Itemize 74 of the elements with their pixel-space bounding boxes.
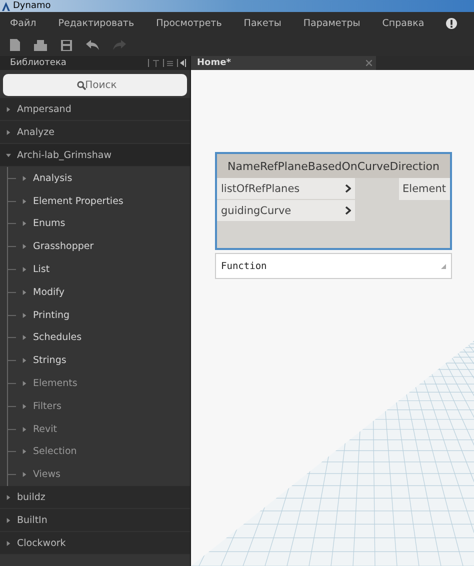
menu-item[interactable]: Пакеты <box>244 18 282 28</box>
category-label: Clockwork <box>17 538 66 549</box>
menu-item[interactable]: Справка <box>382 18 424 28</box>
library-subcategory[interactable]: Revit <box>8 418 190 441</box>
library-category[interactable]: Clockwork <box>0 532 190 556</box>
library-subcategory[interactable]: Views <box>8 463 190 486</box>
caret-icon <box>22 426 27 432</box>
caret-icon <box>22 472 27 478</box>
library-subcategory[interactable]: Analysis <box>8 167 190 190</box>
folder-icon[interactable] <box>34 40 47 50</box>
menu-item[interactable]: Файл <box>10 18 36 28</box>
caret-icon <box>22 312 27 318</box>
caret-icon <box>22 404 27 409</box>
node-title: NameRefPlaneBasedOnCurveDirection <box>217 154 450 178</box>
window-title: Dynamo <box>13 0 51 12</box>
library-subcategory[interactable]: Modify <box>8 280 190 304</box>
search-field[interactable]: Поиск <box>3 74 187 96</box>
library-subcategory[interactable]: Enums <box>8 212 190 236</box>
node-card[interactable]: NameRefPlaneBasedOnCurveDirection listOfRefPlanes guidingCurve Element <box>215 152 452 250</box>
resize-grip-icon <box>441 264 446 268</box>
input-port[interactable]: guidingCurve <box>217 200 355 222</box>
save-icon[interactable] <box>61 40 72 50</box>
caret-icon <box>6 106 11 112</box>
library-category[interactable]: Ampersand <box>0 98 190 121</box>
workspace-tab[interactable]: Home* <box>191 56 376 70</box>
caret-icon <box>6 494 11 500</box>
output-port[interactable]: Element <box>398 178 450 200</box>
library-subcategory[interactable]: Schedules <box>8 326 190 350</box>
library-view-icons[interactable] <box>148 59 186 67</box>
library-category[interactable]: buildz <box>0 486 190 510</box>
library-subcategory[interactable]: List <box>8 258 190 281</box>
caret-icon <box>22 221 27 226</box>
caret-icon <box>6 152 11 158</box>
library-subcategory[interactable]: Grasshopper <box>8 235 190 258</box>
category-label: Ampersand <box>17 104 72 114</box>
library-category[interactable]: BuiltIn <box>0 509 190 532</box>
undo-icon[interactable] <box>86 40 99 50</box>
caret-icon <box>6 540 11 546</box>
library-title: Библиотека <box>10 58 66 68</box>
caret-icon <box>22 267 27 272</box>
menu-item[interactable]: Редактировать <box>58 18 134 28</box>
caret-icon <box>22 244 27 250</box>
search-icon <box>77 81 86 90</box>
chevron-icon <box>345 206 351 215</box>
caret-icon <box>22 176 27 181</box>
library-subcategory[interactable]: Selection <box>8 440 190 464</box>
library-subcategory[interactable]: Filters <box>8 394 190 418</box>
library-subcategory[interactable]: Elements <box>8 372 190 395</box>
caret-icon <box>22 381 27 386</box>
library-category[interactable]: Archi-lab_Grimshaw <box>0 144 190 167</box>
new-file-icon[interactable] <box>10 39 20 51</box>
caret-icon <box>22 290 27 295</box>
category-label: BuiltIn <box>17 514 48 526</box>
menu-item[interactable]: Просмотреть <box>156 18 222 28</box>
alert-icon[interactable] <box>446 18 458 28</box>
close-icon[interactable] <box>366 60 372 66</box>
caret-icon <box>22 449 27 454</box>
library-subcategory[interactable]: Printing <box>8 304 190 327</box>
caret-icon <box>6 130 11 134</box>
library-subcategory[interactable]: Element Properties <box>8 190 190 213</box>
library-category[interactable]: Analyze <box>0 121 190 144</box>
category-label: buildz <box>17 492 46 503</box>
input-port[interactable]: listOfRefPlanes <box>217 178 355 200</box>
category-label: Analyze <box>17 126 54 138</box>
caret-icon <box>6 518 11 523</box>
caret-icon <box>22 198 27 204</box>
menu-item[interactable]: Параметры <box>303 18 360 28</box>
lacing-field[interactable]: Function <box>215 253 452 279</box>
caret-icon <box>22 335 27 340</box>
chevron-icon <box>345 184 351 193</box>
caret-icon <box>22 358 27 364</box>
category-label: Archi-lab_Grimshaw <box>17 150 112 160</box>
app-logo-icon <box>2 2 10 10</box>
library-subcategory[interactable]: Strings <box>8 349 190 372</box>
